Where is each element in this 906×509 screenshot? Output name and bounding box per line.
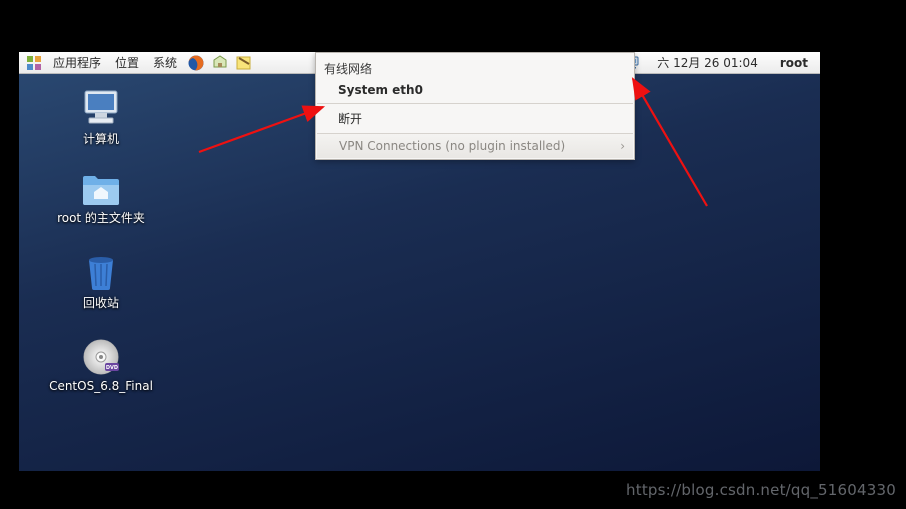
desktop-trash-label: 回收站 bbox=[83, 294, 119, 311]
nm-wired-connection[interactable]: System eth0 bbox=[316, 79, 634, 101]
nm-wired-header: 有线网络 bbox=[316, 56, 634, 79]
desktop-area: 应用程序 位置 系统 bbox=[19, 52, 820, 471]
system-logo-icon[interactable] bbox=[23, 53, 45, 73]
desktop-computer-label: 计算机 bbox=[83, 130, 119, 147]
computer-icon bbox=[79, 88, 123, 128]
menu-system[interactable]: 系统 bbox=[147, 54, 183, 71]
notes-icon[interactable] bbox=[233, 53, 255, 73]
menu-applications[interactable]: 应用程序 bbox=[47, 54, 107, 71]
network-manager-menu: 有线网络 System eth0 断开 VPN Connections (no … bbox=[315, 52, 635, 160]
desktop-trash[interactable]: 回收站 bbox=[31, 252, 171, 311]
nm-separator bbox=[317, 103, 633, 104]
user-label[interactable]: root bbox=[772, 56, 816, 70]
desktop-home-label: root 的主文件夹 bbox=[57, 209, 145, 226]
dvd-icon: DVD bbox=[81, 337, 121, 377]
svg-text:DVD: DVD bbox=[106, 365, 118, 371]
desktop-disc[interactable]: DVD CentOS_6.8_Final bbox=[31, 337, 171, 393]
nautilus-icon[interactable] bbox=[209, 53, 231, 73]
trash-icon bbox=[83, 252, 119, 292]
desktop-computer[interactable]: 计算机 bbox=[31, 88, 171, 147]
desktop-home[interactable]: root 的主文件夹 bbox=[31, 173, 171, 226]
chevron-right-icon: › bbox=[620, 139, 625, 153]
desktop-disc-label: CentOS_6.8_Final bbox=[49, 379, 153, 393]
firefox-icon[interactable] bbox=[185, 53, 207, 73]
watermark-text: https://blog.csdn.net/qq_51604330 bbox=[626, 481, 896, 499]
nm-disconnect[interactable]: 断开 bbox=[316, 106, 634, 131]
nm-vpn-label: VPN Connections (no plugin installed) bbox=[339, 139, 565, 153]
home-folder-icon bbox=[80, 173, 122, 207]
desktop-icon-grid: 计算机 root 的主文件夹 回收站 bbox=[31, 88, 171, 393]
menu-places[interactable]: 位置 bbox=[109, 54, 145, 71]
clock-label[interactable]: 六 12月 26 01:04 bbox=[651, 54, 764, 71]
nm-vpn-submenu: VPN Connections (no plugin installed) › bbox=[317, 133, 633, 158]
